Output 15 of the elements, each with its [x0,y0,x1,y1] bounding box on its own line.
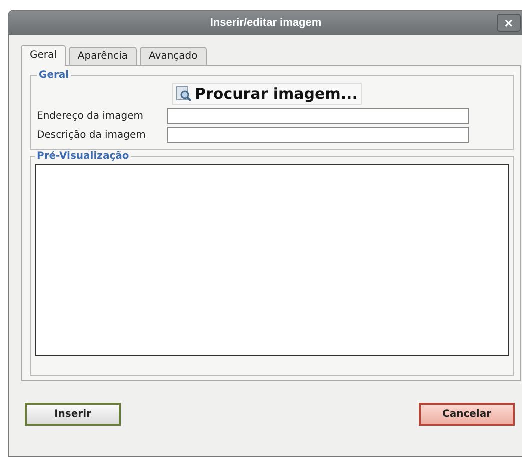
field-label: Descrição da imagem [37,130,147,140]
window-title: Inserir/editar imagem [210,17,322,29]
tab[interactable]: Aparência [68,47,138,65]
group-legend: Geral [37,70,72,81]
group-legend: Pré-Visualização [35,151,132,162]
insert-button[interactable]: Inserir [25,403,121,426]
search-icon [176,86,192,102]
field-label: Endereço da imagem [37,110,145,122]
input-field[interactable] [167,127,469,143]
tab[interactable]: Geral [21,45,66,66]
tab[interactable]: Avançado [140,47,207,65]
input-field[interactable] [167,108,469,124]
cancel-button[interactable]: Cancelar [419,403,515,426]
close-button[interactable]: × [497,14,521,32]
browse-button[interactable]: Procurar imagem... [172,83,362,105]
